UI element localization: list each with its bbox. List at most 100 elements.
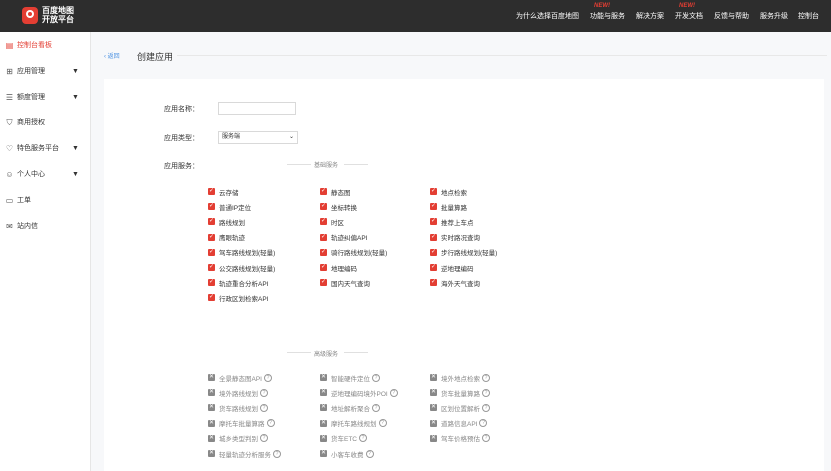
- nav-dev-docs[interactable]: NEW! 开发文档: [675, 3, 704, 21]
- advanced-service-option[interactable]: ✕ 驾车价格预估?: [430, 433, 490, 444]
- help-icon[interactable]: ?: [266, 419, 275, 428]
- checked-checkbox-icon[interactable]: ✓: [208, 188, 215, 195]
- basic-service-checkbox[interactable]: ✓ 逆地理编码: [430, 262, 474, 273]
- nav-service-upgrade[interactable]: 服务升级: [760, 11, 788, 21]
- basic-service-checkbox[interactable]: ✓ 骑行路线规划(轻量): [320, 247, 387, 258]
- basic-service-checkbox[interactable]: ✓ 国内天气查询: [320, 277, 370, 288]
- sidebar-item-messages[interactable]: ✉ 站内信: [0, 219, 90, 233]
- advanced-service-option[interactable]: ✕ 货车ETC?: [320, 433, 367, 444]
- disabled-checkbox-icon[interactable]: ✕: [430, 419, 437, 427]
- disabled-checkbox-icon[interactable]: ✕: [430, 434, 437, 442]
- checked-checkbox-icon[interactable]: ✓: [208, 233, 215, 241]
- disabled-checkbox-icon[interactable]: ✕: [320, 419, 327, 427]
- sidebar-item-app-management[interactable]: ⊞ 应用管理 ▼: [0, 64, 90, 78]
- checked-checkbox-icon[interactable]: ✓: [208, 203, 215, 211]
- help-icon[interactable]: ?: [372, 403, 380, 412]
- checked-checkbox-icon[interactable]: ✓: [208, 294, 215, 302]
- help-icon[interactable]: ?: [479, 419, 488, 428]
- basic-service-checkbox[interactable]: ✓ 云存储: [208, 186, 239, 197]
- help-icon[interactable]: ?: [260, 403, 268, 412]
- help-icon[interactable]: ?: [260, 388, 268, 397]
- advanced-service-option[interactable]: ✕ 境外路线规划?: [208, 387, 268, 398]
- advanced-service-option[interactable]: ✕ 城乡类型判别?: [208, 433, 268, 444]
- checked-checkbox-icon[interactable]: ✓: [430, 188, 437, 195]
- back-link[interactable]: ‹ 返回: [104, 51, 120, 60]
- disabled-checkbox-icon[interactable]: ✕: [320, 450, 327, 457]
- basic-service-checkbox[interactable]: ✓ 公交路线规划(轻量): [208, 262, 275, 273]
- checked-checkbox-icon[interactable]: ✓: [320, 188, 327, 195]
- brand-logo[interactable]: 百度地图 开放平台: [22, 6, 74, 24]
- sidebar-item-tickets[interactable]: ▭ 工单: [0, 193, 90, 207]
- basic-service-checkbox[interactable]: ✓ 坐标转换: [320, 201, 357, 212]
- sidebar-item-featured-services[interactable]: ♡ 特色服务平台 ▼: [0, 141, 90, 155]
- basic-service-checkbox[interactable]: ✓ 海外天气查询: [430, 277, 480, 288]
- disabled-checkbox-icon[interactable]: ✕: [430, 404, 437, 412]
- checked-checkbox-icon[interactable]: ✓: [320, 248, 327, 256]
- basic-service-checkbox[interactable]: ✓ 静态图: [320, 186, 351, 197]
- advanced-service-option[interactable]: ✕ 轻量轨迹分析服务?: [208, 448, 281, 459]
- disabled-checkbox-icon[interactable]: ✕: [208, 434, 215, 442]
- basic-service-checkbox[interactable]: ✓ 路线规划: [208, 216, 245, 227]
- help-icon[interactable]: ?: [273, 449, 281, 458]
- checked-checkbox-icon[interactable]: ✓: [320, 264, 327, 271]
- help-icon[interactable]: ?: [482, 403, 490, 412]
- advanced-service-option[interactable]: ✕ 全景静态图API?: [208, 372, 272, 383]
- sidebar-item-dashboard[interactable]: ▤ 控制台看板: [0, 38, 90, 52]
- advanced-service-option[interactable]: ✕ 地址解析聚合?: [320, 402, 380, 413]
- advanced-service-option[interactable]: ✕ 摩托车路线规划?: [320, 418, 387, 429]
- disabled-checkbox-icon[interactable]: ✕: [208, 389, 215, 397]
- checked-checkbox-icon[interactable]: ✓: [208, 218, 215, 226]
- checked-checkbox-icon[interactable]: ✓: [320, 279, 327, 287]
- disabled-checkbox-icon[interactable]: ✕: [208, 404, 215, 412]
- sidebar-item-quota-management[interactable]: ☰ 额度管理 ▼: [0, 90, 90, 104]
- disabled-checkbox-icon[interactable]: ✕: [208, 374, 215, 381]
- checked-checkbox-icon[interactable]: ✓: [430, 264, 437, 271]
- basic-service-checkbox[interactable]: ✓ 轨迹重合分析API: [208, 277, 268, 288]
- nav-solutions[interactable]: 解决方案: [636, 11, 665, 21]
- checked-checkbox-icon[interactable]: ✓: [320, 218, 327, 226]
- basic-service-checkbox[interactable]: ✓ 鹰眼轨迹: [208, 232, 245, 243]
- disabled-checkbox-icon[interactable]: ✕: [320, 374, 327, 381]
- nav-features-services[interactable]: NEW! 功能与服务: [590, 3, 626, 21]
- checked-checkbox-icon[interactable]: ✓: [430, 203, 437, 211]
- nav-why-baidu-map[interactable]: 为什么选择百度地图: [516, 11, 580, 21]
- disabled-checkbox-icon[interactable]: ✕: [320, 389, 327, 397]
- help-icon[interactable]: ?: [260, 434, 268, 443]
- basic-service-checkbox[interactable]: ✓ 行政区划检索API: [208, 292, 268, 303]
- help-icon[interactable]: ?: [372, 373, 380, 382]
- checked-checkbox-icon[interactable]: ✓: [430, 279, 437, 287]
- basic-service-checkbox[interactable]: ✓ 实时路况查询: [430, 232, 480, 243]
- sidebar-item-commercial-license[interactable]: ⛉ 商用授权: [0, 115, 90, 129]
- help-icon[interactable]: ?: [263, 373, 272, 382]
- basic-service-checkbox[interactable]: ✓ 地点检索: [430, 186, 467, 197]
- nav-console[interactable]: 控制台: [798, 11, 819, 21]
- checked-checkbox-icon[interactable]: ✓: [320, 233, 327, 241]
- help-icon[interactable]: ?: [482, 434, 490, 443]
- basic-service-checkbox[interactable]: ✓ 轨迹纠偏API: [320, 232, 367, 243]
- sidebar-item-personal-center[interactable]: ☺ 个人中心 ▼: [0, 167, 90, 181]
- checked-checkbox-icon[interactable]: ✓: [208, 248, 215, 256]
- app-type-select[interactable]: 服务端 ⌄: [218, 131, 298, 144]
- disabled-checkbox-icon[interactable]: ✕: [208, 419, 215, 427]
- advanced-service-option[interactable]: ✕ 货车批量算路?: [430, 387, 490, 398]
- basic-service-checkbox[interactable]: ✓ 步行路线规划(轻量): [430, 247, 497, 258]
- advanced-service-option[interactable]: ✕ 摩托车批量算路?: [208, 418, 275, 429]
- disabled-checkbox-icon[interactable]: ✕: [320, 404, 327, 412]
- checked-checkbox-icon[interactable]: ✓: [208, 279, 215, 287]
- disabled-checkbox-icon[interactable]: ✕: [208, 450, 215, 457]
- disabled-checkbox-icon[interactable]: ✕: [430, 389, 437, 397]
- help-icon[interactable]: ?: [482, 373, 490, 382]
- advanced-service-option[interactable]: ✕ 逆地理编码境外POI?: [320, 387, 398, 398]
- help-icon[interactable]: ?: [378, 419, 387, 428]
- disabled-checkbox-icon[interactable]: ✕: [320, 434, 327, 442]
- app-name-input[interactable]: [218, 102, 296, 115]
- basic-service-checkbox[interactable]: ✓ 普通IP定位: [208, 201, 251, 212]
- checked-checkbox-icon[interactable]: ✓: [320, 203, 327, 211]
- help-icon[interactable]: ?: [359, 434, 367, 443]
- help-icon[interactable]: ?: [389, 388, 398, 397]
- advanced-service-option[interactable]: ✕ 小客车收费?: [320, 448, 374, 459]
- help-icon[interactable]: ?: [365, 449, 374, 458]
- checked-checkbox-icon[interactable]: ✓: [208, 264, 215, 271]
- basic-service-checkbox[interactable]: ✓ 推荐上车点: [430, 216, 474, 227]
- disabled-checkbox-icon[interactable]: ✕: [430, 374, 437, 381]
